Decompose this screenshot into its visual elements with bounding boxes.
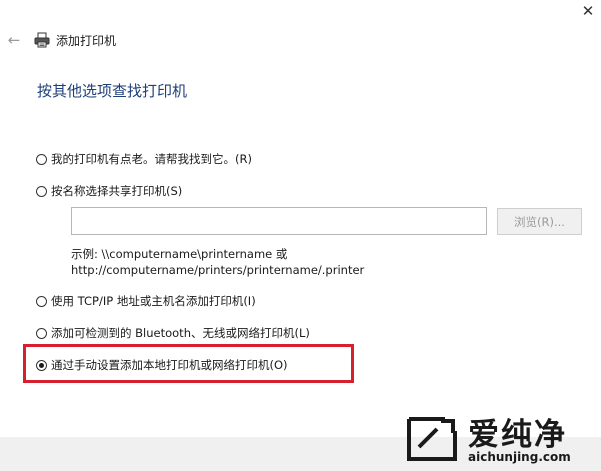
watermark-brand: 爱纯净 [468, 417, 567, 453]
radio-old-printer[interactable] [36, 153, 47, 165]
watermark: 爱纯净 aichunjing.com [405, 409, 595, 467]
window-title: 添加打印机 [56, 33, 117, 48]
shared-printer-name-input[interactable] [71, 207, 487, 235]
option-shared-printer-label: 按名称选择共享打印机(S) [51, 184, 183, 198]
option-old-printer-label: 我的打印机有点老。请帮我找到它。(R) [51, 152, 252, 166]
example-line-2: http://computername/printers/printername… [71, 263, 365, 277]
option-shared-printer[interactable]: 按名称选择共享打印机(S) [36, 183, 182, 199]
title-bar: ← 添加打印机 [6, 30, 116, 50]
close-button[interactable]: ✕ [575, 0, 601, 22]
back-arrow-icon: ← [7, 31, 21, 49]
option-bluetooth-wireless-label: 添加可检测到的 Bluetooth、无线或网络打印机(L) [51, 326, 310, 340]
example-text: 示例: \\computername\printername 或 http://… [71, 246, 364, 278]
browse-button[interactable]: 浏览(R)... [497, 208, 582, 235]
radio-bluetooth-wireless[interactable] [36, 327, 47, 339]
printer-icon [34, 32, 50, 48]
page-title: 按其他选项查找打印机 [37, 82, 188, 100]
add-printer-window: ✕ ← 添加打印机 按其他选项查找打印机 我的打印机有点老。请帮我找到它。(R)… [0, 0, 601, 471]
radio-tcp-ip[interactable] [36, 295, 47, 307]
close-icon: ✕ [581, 2, 595, 20]
example-line-1: 示例: \\computername\printername 或 [71, 247, 288, 261]
option-tcp-ip-label: 使用 TCP/IP 地址或主机名添加打印机(I) [51, 294, 256, 308]
radio-shared-printer[interactable] [36, 185, 47, 197]
option-tcp-ip[interactable]: 使用 TCP/IP 地址或主机名添加打印机(I) [36, 293, 256, 309]
watermark-logo-icon [407, 417, 457, 461]
watermark-url: aichunjing.com [468, 450, 571, 464]
option-bluetooth-wireless[interactable]: 添加可检测到的 Bluetooth、无线或网络打印机(L) [36, 325, 310, 341]
option-old-printer[interactable]: 我的打印机有点老。请帮我找到它。(R) [36, 151, 252, 167]
highlight-annotation [23, 344, 354, 383]
back-button[interactable]: ← [6, 31, 22, 49]
